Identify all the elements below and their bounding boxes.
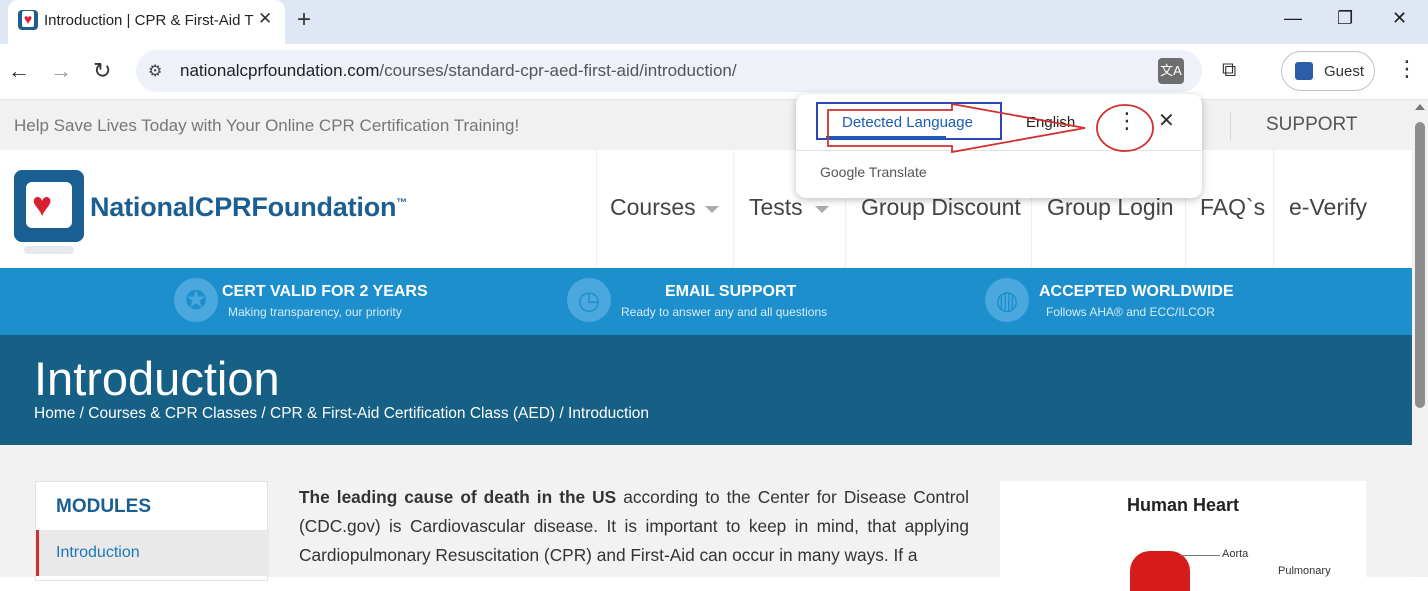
nav-divider bbox=[596, 150, 597, 268]
page-scrollbar[interactable] bbox=[1412, 100, 1428, 577]
main-content: MODULES Introduction The leading cause o… bbox=[0, 445, 1412, 591]
modules-sidebar: MODULES Introduction bbox=[35, 481, 269, 581]
back-icon[interactable]: ← bbox=[8, 58, 30, 84]
google-translate-brand: Google Translate bbox=[820, 164, 927, 180]
module-item-introduction[interactable]: Introduction bbox=[36, 530, 269, 576]
feature-subtitle: Ready to answer any and all questions bbox=[621, 305, 828, 319]
module-item-label: Introduction bbox=[56, 544, 140, 561]
feature-bar: ✪ CERT VALID FOR 2 YEARS Making transpar… bbox=[0, 268, 1412, 335]
new-tab-button[interactable]: + bbox=[297, 6, 311, 34]
ribbon-icon: ✪ bbox=[174, 278, 218, 322]
globe-icon: ◍ bbox=[985, 278, 1029, 322]
chevron-down-icon[interactable] bbox=[705, 206, 719, 213]
feature-subtitle: Follows AHA® and ECC/ILCOR bbox=[1046, 305, 1215, 319]
divider bbox=[1230, 112, 1231, 140]
cast-icon[interactable]: ⧉ bbox=[1222, 59, 1236, 82]
tab-detected-language[interactable]: Detected Language bbox=[816, 102, 1002, 140]
active-tab-indicator bbox=[826, 136, 946, 139]
nav-courses[interactable]: Courses bbox=[610, 194, 696, 221]
nav-group-discount[interactable]: Group Discount bbox=[861, 194, 1021, 221]
profile-button[interactable]: Guest bbox=[1281, 51, 1375, 91]
nav-faqs[interactable]: FAQ`s bbox=[1200, 194, 1265, 221]
nav-everify[interactable]: e-Verify bbox=[1289, 194, 1367, 221]
nav-group-login[interactable]: Group Login bbox=[1047, 194, 1174, 221]
url-text[interactable]: nationalcprfoundation.com/courses/standa… bbox=[180, 61, 737, 81]
nav-divider bbox=[1273, 150, 1274, 268]
breadcrumb[interactable]: Home / Courses & CPR Classes / CPR & Fir… bbox=[34, 405, 649, 423]
translate-icon[interactable]: 文A bbox=[1158, 58, 1184, 84]
feature-title: EMAIL SUPPORT bbox=[665, 283, 797, 300]
minimize-icon[interactable]: — bbox=[1284, 8, 1302, 29]
figure-label: Pulmonary bbox=[1278, 565, 1331, 577]
heart-figure-card: Human Heart Aorta Pulmonary bbox=[1000, 481, 1366, 591]
logo[interactable]: ♥ bbox=[14, 170, 84, 242]
nav-divider bbox=[733, 150, 734, 268]
page-hero: Introduction Home / Courses & CPR Classe… bbox=[0, 335, 1412, 445]
page-title: Introduction bbox=[34, 352, 280, 405]
divider bbox=[796, 150, 1202, 151]
maximize-icon[interactable]: ❐ bbox=[1337, 8, 1353, 29]
modules-heading: MODULES bbox=[56, 496, 151, 517]
url-host: nationalcprfoundation.com bbox=[180, 61, 380, 80]
nav-tests[interactable]: Tests bbox=[749, 194, 803, 221]
brand-name[interactable]: NationalCPRFoundation™ bbox=[90, 192, 407, 223]
scrollbar-thumb[interactable] bbox=[1415, 122, 1425, 408]
heart-icon: ♥ bbox=[32, 186, 53, 224]
feature-title: ACCEPTED WORLDWIDE bbox=[1039, 283, 1234, 300]
browser-toolbar: ← → ↻ ⚙ nationalcprfoundation.com/course… bbox=[0, 44, 1428, 100]
figure-label: Aorta bbox=[1222, 548, 1249, 560]
window-close-icon[interactable]: ✕ bbox=[1392, 8, 1407, 29]
tab-detected-label: Detected Language bbox=[842, 114, 973, 131]
tagline: Help Save Lives Today with Your Online C… bbox=[14, 116, 520, 135]
tab-title: Introduction | CPR & First-Aid T bbox=[44, 12, 254, 29]
support-link[interactable]: SUPPORT bbox=[1266, 114, 1358, 136]
tab-close-icon[interactable]: ✕ bbox=[258, 9, 272, 29]
logo-shadow bbox=[24, 246, 74, 254]
chevron-down-icon[interactable] bbox=[815, 206, 829, 213]
article-text: The leading cause of death in the US acc… bbox=[299, 483, 969, 570]
profile-name: Guest bbox=[1324, 63, 1365, 80]
more-options-icon[interactable]: ⋮ bbox=[1116, 108, 1138, 134]
close-icon[interactable]: ✕ bbox=[1158, 108, 1175, 133]
tab-strip: Introduction | CPR & First-Aid T ✕ + — ❐… bbox=[0, 0, 1428, 44]
label-line bbox=[1180, 555, 1220, 556]
clock-icon: ◷ bbox=[567, 278, 611, 322]
browser-menu-icon[interactable]: ⋮ bbox=[1396, 56, 1418, 82]
feature-subtitle: Making transparency, our priority bbox=[228, 305, 402, 319]
url-path: /courses/standard-cpr-aed-first-aid/intr… bbox=[379, 61, 737, 80]
translate-popup: Detected Language English ⋮ ✕ Google Tra… bbox=[796, 94, 1202, 198]
forward-icon[interactable]: → bbox=[50, 58, 72, 84]
feature-title: CERT VALID FOR 2 YEARS bbox=[222, 283, 428, 300]
article-lead: The leading cause of death in the US bbox=[299, 487, 617, 507]
browser-tab[interactable]: Introduction | CPR & First-Aid T ✕ bbox=[8, 0, 285, 44]
site-favicon-icon bbox=[18, 10, 38, 30]
scroll-up-icon[interactable] bbox=[1415, 104, 1425, 110]
heart-diagram bbox=[1130, 551, 1190, 591]
reload-icon[interactable]: ↻ bbox=[93, 58, 111, 84]
address-bar[interactable]: ⚙ nationalcprfoundation.com/courses/stan… bbox=[136, 50, 1202, 92]
profile-avatar-icon bbox=[1295, 62, 1313, 80]
site-info-icon[interactable]: ⚙ bbox=[148, 61, 162, 81]
trademark: ™ bbox=[396, 197, 408, 209]
figure-title: Human Heart bbox=[1127, 495, 1240, 515]
brand-text: NationalCPRFoundation bbox=[90, 192, 397, 222]
tab-english[interactable]: English bbox=[1026, 114, 1075, 131]
